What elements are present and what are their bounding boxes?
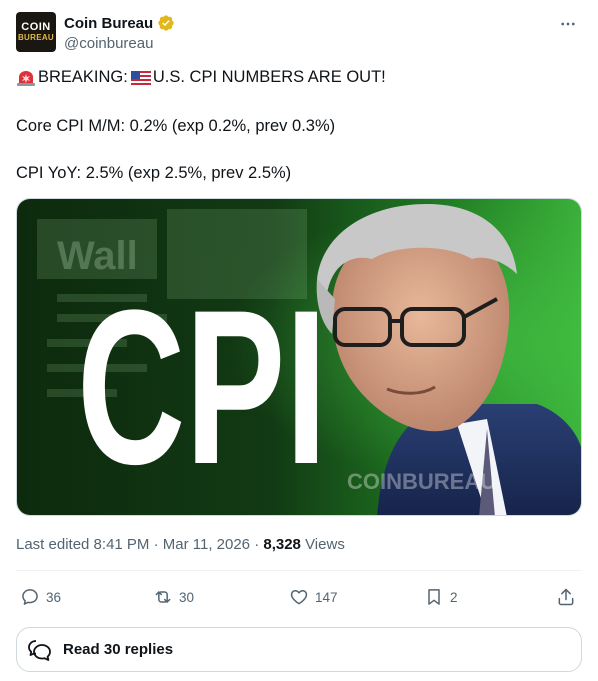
share-icon bbox=[558, 588, 574, 606]
tweet-media-image[interactable]: Wall CPI COINBUREAU bbox=[16, 198, 582, 516]
cpi-thumbnail-graphic: Wall CPI COINBUREAU bbox=[17, 199, 581, 515]
watermark-text: COINBUREAU bbox=[347, 469, 496, 494]
like-count: 147 bbox=[315, 589, 338, 605]
reply-icon bbox=[22, 589, 38, 605]
repost-button[interactable]: 30 bbox=[153, 584, 194, 610]
views-label: Views bbox=[300, 536, 345, 553]
heart-icon bbox=[290, 590, 308, 605]
edited-timestamp[interactable]: Last edited 8:41 PM · Mar 11, 2026 · bbox=[16, 536, 263, 553]
like-button[interactable]: 147 bbox=[289, 584, 338, 610]
us-flag-emoji-icon bbox=[130, 70, 151, 85]
author-handle[interactable]: @coinbureau bbox=[64, 35, 153, 52]
author-name-row: Coin Bureau bbox=[64, 14, 175, 32]
replies-bubble-icon bbox=[28, 639, 51, 661]
bookmark-button[interactable]: 2 bbox=[424, 584, 458, 610]
bookmark-count: 2 bbox=[450, 589, 458, 605]
read-replies-label: Read 30 replies bbox=[63, 641, 174, 658]
divider bbox=[16, 570, 582, 571]
avatar-text-top: COIN bbox=[21, 21, 51, 33]
reply-count: 36 bbox=[46, 589, 62, 605]
share-button[interactable] bbox=[556, 584, 576, 610]
author-name[interactable]: Coin Bureau bbox=[64, 15, 153, 32]
repost-count: 30 bbox=[179, 589, 195, 605]
bookmark-icon bbox=[428, 589, 440, 605]
reply-button[interactable]: 36 bbox=[20, 584, 61, 610]
police-light-emoji-icon bbox=[17, 70, 35, 86]
avatar-text-bottom: BUREAU bbox=[17, 33, 55, 42]
tweet: COIN BUREAU Coin Bureau @coinbureau BREA… bbox=[0, 0, 598, 681]
breaking-label: BREAKING: bbox=[38, 68, 128, 86]
tweet-meta: Last edited 8:41 PM · Mar 11, 2026 · 8,3… bbox=[16, 536, 345, 553]
breaking-headline: U.S. CPI NUMBERS ARE OUT! bbox=[152, 68, 386, 86]
verified-badge-icon bbox=[158, 15, 174, 31]
repost-icon bbox=[155, 591, 171, 603]
avatar[interactable]: COIN BUREAU bbox=[16, 12, 56, 52]
read-replies-button[interactable]: Read 30 replies bbox=[16, 627, 582, 672]
tweet-line-core-cpi: Core CPI M/M: 0.2% (exp 0.2%, prev 0.3%) bbox=[16, 117, 336, 135]
views-count: 8,328 bbox=[263, 536, 301, 553]
tweet-line-breaking: BREAKING: U.S. CPI NUMBERS ARE OUT! bbox=[16, 68, 386, 87]
more-options-icon[interactable] bbox=[556, 12, 580, 36]
tweet-line-cpi-yoy: CPI YoY: 2.5% (exp 2.5%, prev 2.5%) bbox=[16, 164, 292, 182]
thumbnail-headline: CPI bbox=[77, 264, 327, 510]
